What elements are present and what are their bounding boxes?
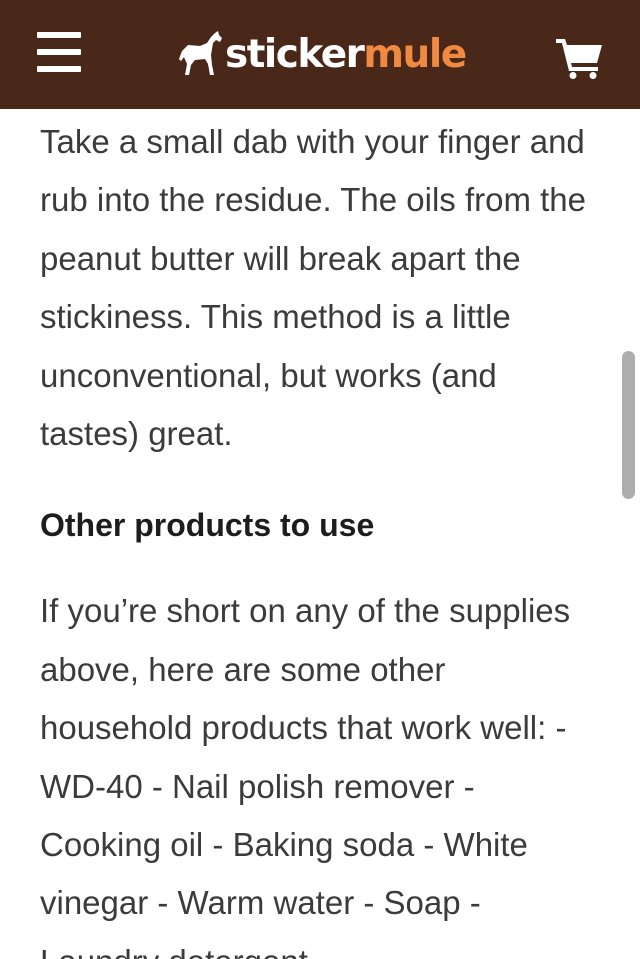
menu-bar — [37, 49, 81, 55]
scrollbar-thumb[interactable] — [622, 351, 635, 499]
brand-part-sticker: sticker — [225, 31, 365, 77]
top-header: stickermule — [0, 0, 640, 109]
stickermule-logo[interactable]: stickermule — [178, 26, 467, 82]
article-body: Take a small dab with your finger and ru… — [40, 113, 600, 959]
shopping-cart-icon[interactable] — [556, 37, 604, 79]
menu-bar — [37, 32, 81, 38]
brand-wordmark: stickermule — [225, 31, 467, 77]
section-heading: Other products to use — [40, 507, 375, 544]
menu-bar — [37, 66, 81, 72]
mule-icon — [179, 31, 222, 75]
article-paragraph: Take a small dab with your finger and ru… — [40, 123, 587, 453]
brand-part-mule: mule — [363, 31, 467, 77]
article-paragraph: If you’re short on any of the supplies a… — [40, 592, 571, 959]
hamburger-menu-icon[interactable] — [37, 32, 81, 72]
